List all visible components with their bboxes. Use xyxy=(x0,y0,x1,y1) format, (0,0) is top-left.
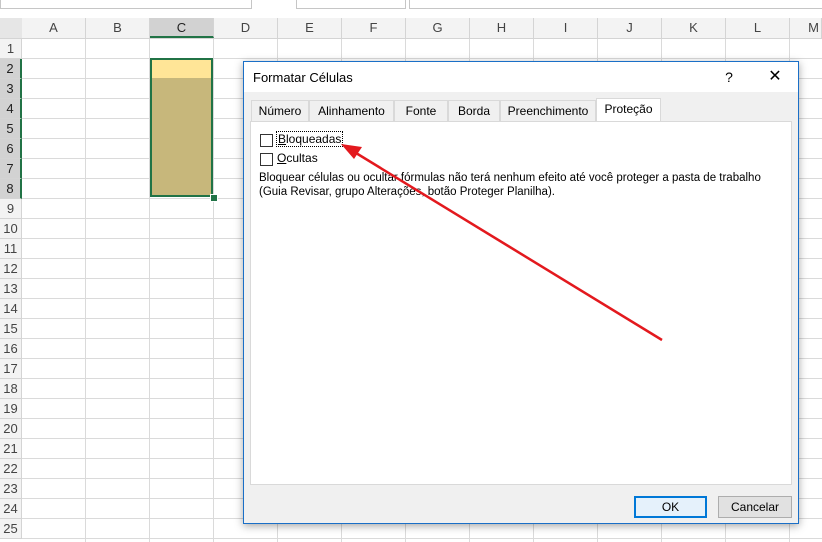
column-header[interactable]: A xyxy=(22,18,86,38)
row-header-selected[interactable]: 4 xyxy=(0,99,22,119)
tab-alinhamento[interactable]: Alinhamento xyxy=(309,100,394,121)
row-header-selected[interactable]: 5 xyxy=(0,119,22,139)
column-header-selected[interactable]: C xyxy=(150,18,214,38)
row-header[interactable]: 22 xyxy=(0,459,22,479)
column-header[interactable]: L xyxy=(726,18,790,38)
hidden-checkbox[interactable] xyxy=(260,153,273,166)
row-header[interactable]: 12 xyxy=(0,259,22,279)
column-header[interactable]: G xyxy=(406,18,470,38)
column-header[interactable]: E xyxy=(278,18,342,38)
row-header[interactable]: 25 xyxy=(0,519,22,539)
row-header-selected[interactable]: 7 xyxy=(0,159,22,179)
help-button[interactable]: ? xyxy=(718,66,740,88)
locked-label[interactable]: Bloqueadas xyxy=(275,131,344,147)
active-cell-c2[interactable] xyxy=(152,60,211,78)
protection-panel: Bloqueadas Ocultas Bloquear células ou o… xyxy=(250,121,792,485)
column-header[interactable]: I xyxy=(534,18,598,38)
dialog-titlebar[interactable]: Formatar Células ? ✕ xyxy=(244,62,798,92)
protection-note: Bloquear células ou ocultar fórmulas não… xyxy=(259,172,761,198)
row-header[interactable]: 24 xyxy=(0,499,22,519)
formula-bar[interactable] xyxy=(409,0,822,9)
column-header[interactable]: H xyxy=(470,18,534,38)
column-header[interactable]: B xyxy=(86,18,150,38)
row-header[interactable]: 15 xyxy=(0,319,22,339)
row-header[interactable]: 13 xyxy=(0,279,22,299)
cancel-button[interactable]: Cancelar xyxy=(718,496,792,518)
row-header[interactable]: 21 xyxy=(0,439,22,459)
row-header[interactable]: 20 xyxy=(0,419,22,439)
row-header[interactable]: 10 xyxy=(0,219,22,239)
locked-checkbox[interactable] xyxy=(260,134,273,147)
selected-range-c2-c8[interactable] xyxy=(150,58,213,197)
row-header-selected[interactable]: 2 xyxy=(0,59,22,79)
formula-bar-strip xyxy=(0,0,822,9)
row-header[interactable]: 14 xyxy=(0,299,22,319)
format-cells-dialog: Formatar Células ? ✕ Número Alinhamento … xyxy=(243,61,799,524)
column-header[interactable]: M xyxy=(790,18,822,38)
row-header[interactable]: 23 xyxy=(0,479,22,499)
row-header-selected[interactable]: 6 xyxy=(0,139,22,159)
row-header[interactable]: 11 xyxy=(0,239,22,259)
tab-fonte[interactable]: Fonte xyxy=(394,100,448,121)
tab-numero[interactable]: Número xyxy=(251,100,309,121)
row-header-selected[interactable]: 8 xyxy=(0,179,22,199)
select-all-corner[interactable] xyxy=(0,18,23,38)
row-header[interactable]: 16 xyxy=(0,339,22,359)
column-header[interactable]: K xyxy=(662,18,726,38)
row-header[interactable]: 1 xyxy=(0,39,22,59)
ok-button[interactable]: OK xyxy=(634,496,707,518)
fill-handle[interactable] xyxy=(210,194,218,202)
hidden-label[interactable]: Ocultas xyxy=(277,151,318,165)
row-header[interactable]: 9 xyxy=(0,199,22,219)
row-header[interactable]: 18 xyxy=(0,379,22,399)
column-header[interactable]: F xyxy=(342,18,406,38)
column-header[interactable]: D xyxy=(214,18,278,38)
tab-preenchimento[interactable]: Preenchimento xyxy=(500,100,596,121)
row-header[interactable]: 17 xyxy=(0,359,22,379)
name-box[interactable] xyxy=(0,0,252,9)
column-header[interactable]: J xyxy=(598,18,662,38)
formula-input[interactable] xyxy=(296,0,406,9)
column-header-row: A B C D E F G H I J K L M xyxy=(0,18,822,39)
tab-borda[interactable]: Borda xyxy=(448,100,500,121)
dialog-title: Formatar Células xyxy=(253,70,353,85)
close-button[interactable]: ✕ xyxy=(764,66,786,88)
row-header-selected[interactable]: 3 xyxy=(0,79,22,99)
tab-protecao[interactable]: Proteção xyxy=(596,98,661,121)
row-header[interactable]: 19 xyxy=(0,399,22,419)
